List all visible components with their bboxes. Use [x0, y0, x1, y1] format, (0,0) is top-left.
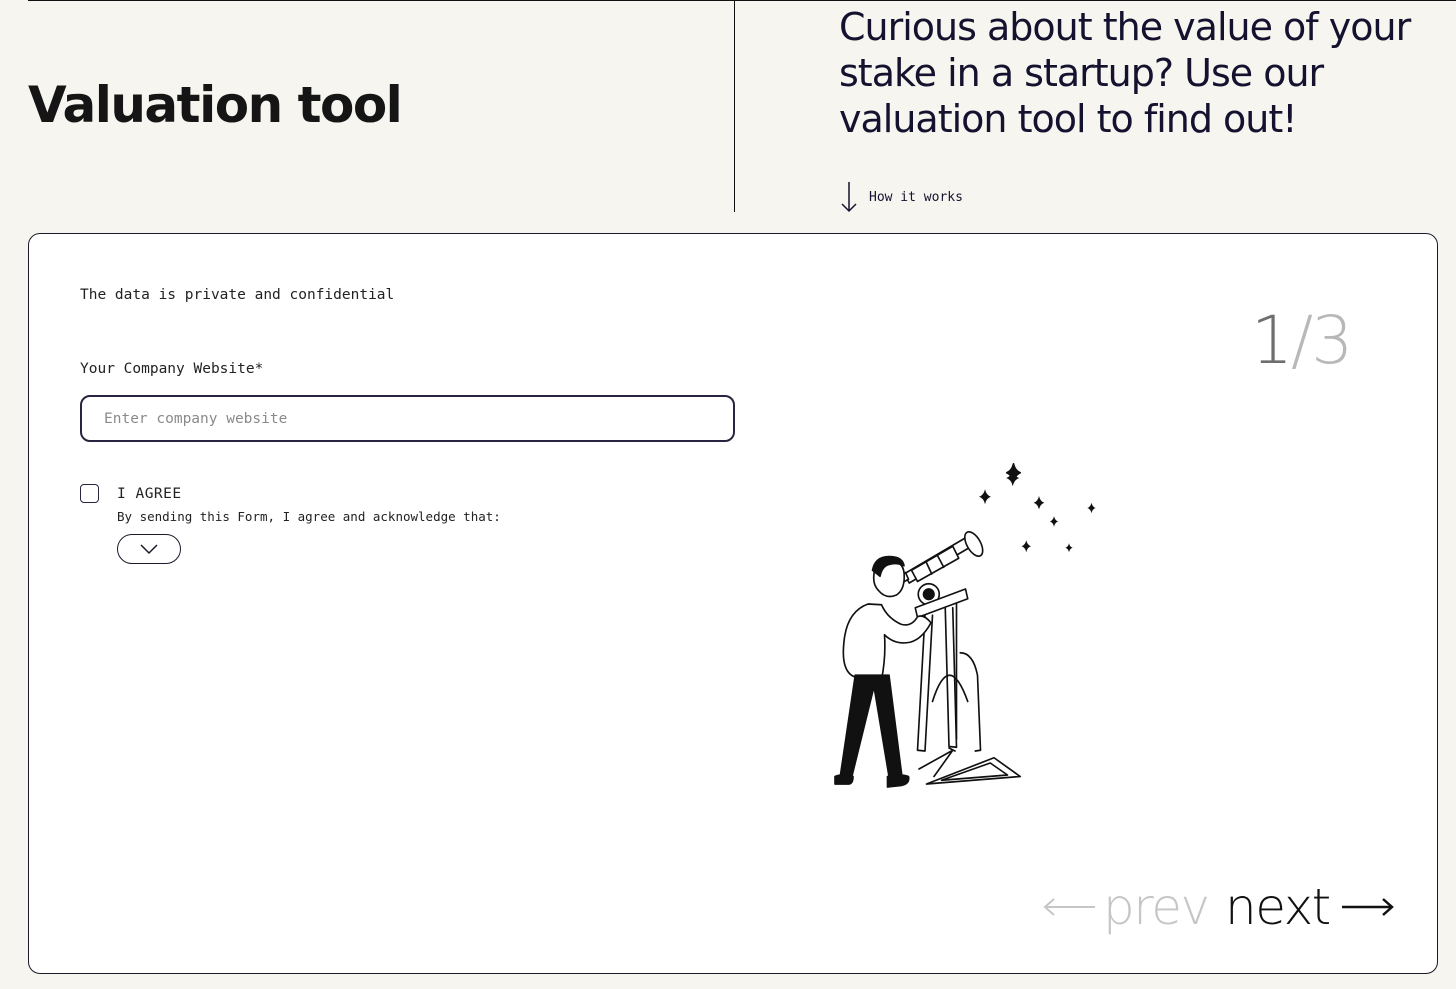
agree-description: By sending this Form, I agree and acknow…	[117, 509, 501, 524]
telescope-illustration	[834, 462, 1096, 788]
how-it-works-link[interactable]: How it works	[839, 181, 963, 213]
how-it-works-label: How it works	[869, 189, 963, 205]
arrow-down-icon	[841, 182, 857, 213]
header-divider	[734, 0, 735, 212]
sparkle-icon	[979, 489, 991, 505]
chevron-down-icon	[140, 544, 158, 555]
next-button[interactable]: next	[1225, 879, 1394, 935]
sparkle-icon	[1033, 496, 1045, 510]
agree-checkbox[interactable]	[80, 484, 99, 503]
company-website-input[interactable]	[80, 395, 735, 442]
arrow-right-icon	[1341, 898, 1394, 916]
page-title: Valuation tool	[28, 76, 403, 134]
page: Valuation tool Curious about the value o…	[0, 0, 1456, 989]
step-total: 3	[1311, 302, 1353, 379]
sparkle-icon	[1087, 502, 1096, 514]
privacy-note: The data is private and confidential	[80, 287, 395, 303]
next-label: next	[1225, 878, 1331, 936]
top-divider	[28, 0, 1456, 1]
website-field-label: Your Company Website*	[80, 361, 264, 377]
valuation-form-card: The data is private and confidential You…	[28, 233, 1438, 974]
step-current: 1	[1251, 302, 1293, 379]
page-tagline: Curious about the value of your stake in…	[839, 5, 1411, 141]
prev-button[interactable]: prev	[1043, 878, 1210, 936]
agree-label: I AGREE	[117, 486, 182, 502]
step-separator: /	[1291, 302, 1313, 379]
sparkle-icon	[1049, 516, 1059, 527]
expand-terms-button[interactable]	[117, 534, 181, 564]
prev-label: prev	[1103, 878, 1210, 936]
sparkle-icon	[1021, 540, 1032, 553]
sparkle-icon	[1065, 543, 1073, 553]
step-counter: 1/3	[1251, 308, 1353, 374]
arrow-left-icon	[1043, 898, 1095, 916]
